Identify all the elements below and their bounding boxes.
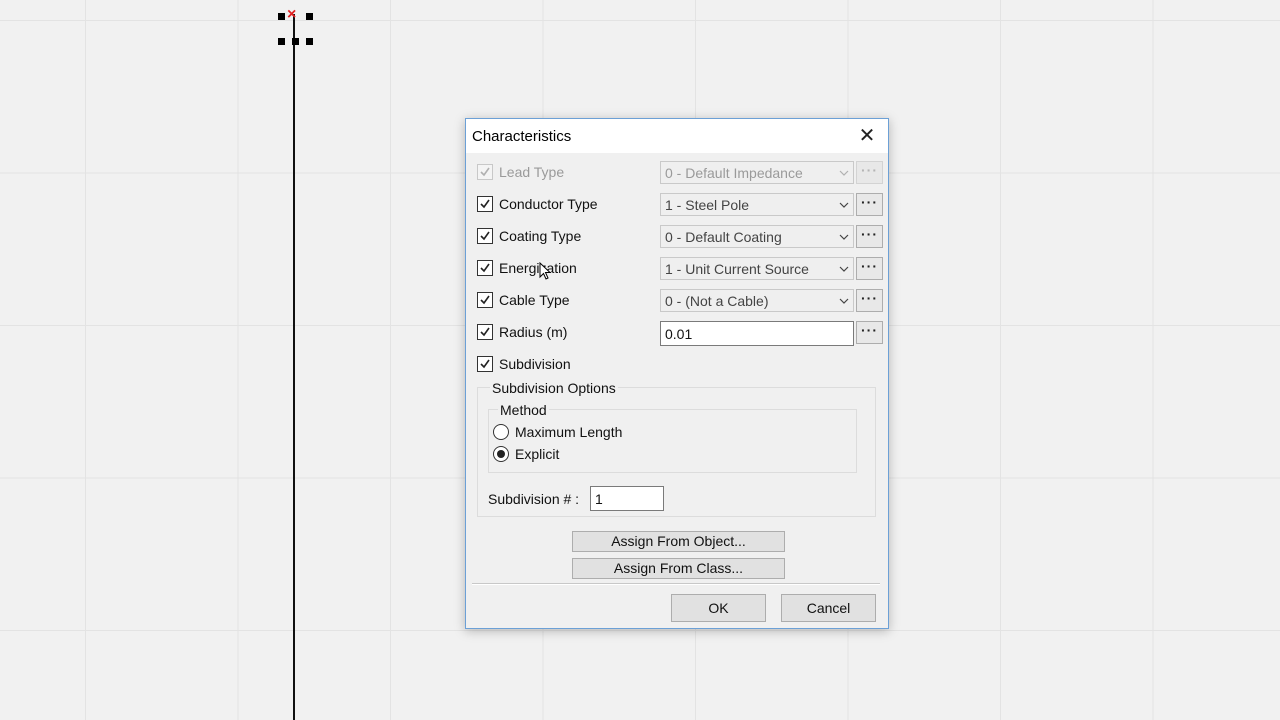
radius-checkbox[interactable]	[477, 324, 493, 340]
dialog-title: Characteristics	[472, 128, 572, 145]
subdivision-options-title: Subdivision Options	[490, 380, 618, 396]
check-icon	[480, 327, 490, 337]
assign-from-object-button[interactable]: Assign From Object...	[572, 531, 785, 552]
cable-type-browse-button[interactable]: ···	[856, 289, 883, 312]
lead-type-value: 0 - Default Impedance	[665, 165, 803, 181]
lead-type-checkbox[interactable]	[477, 164, 493, 180]
energization-label: Energization	[499, 260, 577, 276]
radius-input[interactable]: 0.01	[660, 321, 854, 346]
subdivision-row: Subdivision	[477, 353, 882, 377]
radio-selected-dot	[497, 450, 505, 458]
conductor-type-checkbox[interactable]	[477, 196, 493, 212]
conductor-type-row: Conductor Type 1 - Steel Pole ···	[477, 193, 883, 217]
check-icon	[480, 359, 490, 369]
check-icon	[480, 231, 490, 241]
lead-type-browse-button[interactable]: ···	[856, 161, 883, 184]
cable-type-checkbox[interactable]	[477, 292, 493, 308]
selection-handle[interactable]	[306, 38, 313, 45]
ok-label: OK	[708, 600, 729, 616]
selection-handle[interactable]	[278, 13, 285, 20]
subdivision-checkbox[interactable]	[477, 356, 493, 372]
method-title: Method	[498, 402, 549, 418]
chevron-down-icon	[839, 170, 849, 176]
close-button[interactable]: ✕	[856, 125, 878, 147]
radius-value: 0.01	[665, 326, 693, 342]
subdivision-number-value: 1	[595, 491, 603, 507]
coating-type-select[interactable]: 0 - Default Coating	[660, 225, 854, 248]
assign-from-object-label: Assign From Object...	[611, 533, 746, 549]
energization-row: Energization 1 - Unit Current Source ···	[477, 257, 883, 281]
check-icon	[480, 167, 490, 177]
energization-value: 1 - Unit Current Source	[665, 261, 809, 277]
dialog-titlebar: Characteristics ✕	[466, 119, 888, 153]
explicit-radio[interactable]	[493, 446, 509, 462]
method-explicit-option[interactable]: Explicit	[493, 445, 693, 465]
method-maximum-length-option[interactable]: Maximum Length	[493, 423, 693, 443]
coating-type-row: Coating Type 0 - Default Coating ···	[477, 225, 883, 249]
energization-select[interactable]: 1 - Unit Current Source	[660, 257, 854, 280]
coating-type-label: Coating Type	[499, 228, 582, 244]
coating-type-browse-button[interactable]: ···	[856, 225, 883, 248]
subdivision-label: Subdivision	[499, 356, 571, 372]
cable-type-label: Cable Type	[499, 292, 570, 308]
cable-type-select[interactable]: 0 - (Not a Cable)	[660, 289, 854, 312]
energization-browse-button[interactable]: ···	[856, 257, 883, 280]
ok-button[interactable]: OK	[671, 594, 766, 622]
radius-label: Radius (m)	[499, 324, 568, 340]
conductor-type-browse-button[interactable]: ···	[856, 193, 883, 216]
coating-type-checkbox[interactable]	[477, 228, 493, 244]
cable-type-row: Cable Type 0 - (Not a Cable) ···	[477, 289, 883, 313]
separator	[472, 583, 880, 585]
energization-checkbox[interactable]	[477, 260, 493, 276]
selection-handle[interactable]	[306, 13, 313, 20]
cable-type-value: 0 - (Not a Cable)	[665, 293, 769, 309]
radius-row: Radius (m) 0.01 ···	[477, 321, 883, 346]
node-marker-icon: ×	[287, 6, 297, 23]
chevron-down-icon	[839, 234, 849, 240]
selection-handle[interactable]	[292, 38, 299, 45]
chevron-down-icon	[839, 202, 849, 208]
lead-type-row: Lead Type 0 - Default Impedance ···	[477, 161, 883, 185]
subdivision-number-label: Subdivision # :	[488, 491, 580, 507]
close-icon: ✕	[858, 125, 876, 147]
subdivision-number-input[interactable]: 1	[590, 486, 664, 511]
lead-type-label: Lead Type	[499, 164, 565, 180]
radius-browse-button[interactable]: ···	[856, 321, 883, 344]
selection-handle[interactable]	[278, 38, 285, 45]
cancel-label: Cancel	[806, 600, 851, 616]
check-icon	[480, 263, 490, 273]
assign-from-class-label: Assign From Class...	[613, 560, 744, 576]
characteristics-dialog: Characteristics ✕ Lead Type 0 - Default …	[465, 118, 889, 629]
mouse-pointer-icon	[539, 262, 551, 280]
maximum-length-label: Maximum Length	[515, 424, 623, 440]
check-icon	[480, 199, 490, 209]
conductor-type-value: 1 - Steel Pole	[665, 197, 750, 213]
assign-from-class-button[interactable]: Assign From Class...	[572, 558, 785, 579]
chevron-down-icon	[839, 298, 849, 304]
conductor-type-label: Conductor Type	[499, 196, 598, 212]
cancel-button[interactable]: Cancel	[781, 594, 876, 622]
explicit-label: Explicit	[515, 446, 560, 462]
conductor-line[interactable]	[293, 14, 295, 720]
check-icon	[480, 295, 490, 305]
conductor-type-select[interactable]: 1 - Steel Pole	[660, 193, 854, 216]
chevron-down-icon	[839, 266, 849, 272]
coating-type-value: 0 - Default Coating	[665, 229, 782, 245]
maximum-length-radio[interactable]	[493, 424, 509, 440]
lead-type-select[interactable]: 0 - Default Impedance	[660, 161, 854, 184]
